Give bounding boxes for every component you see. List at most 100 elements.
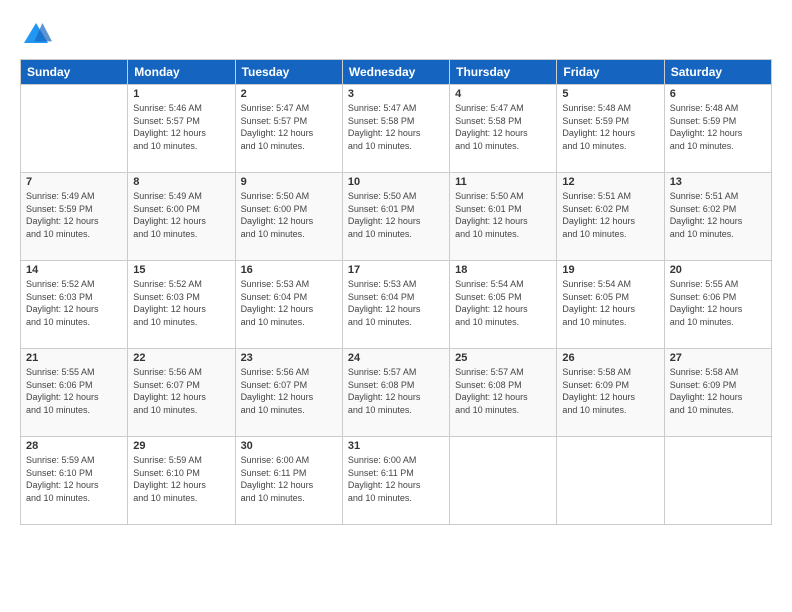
day-number: 14 [26, 264, 122, 276]
calendar-cell: 15 Sunrise: 5:52 AM Sunset: 6:03 PM Dayli… [128, 261, 235, 349]
day-number: 5 [562, 88, 658, 100]
calendar-cell [450, 437, 557, 525]
day-number: 18 [455, 264, 551, 276]
day-info: Sunrise: 5:50 AM Sunset: 6:00 PM Dayligh… [241, 190, 337, 240]
day-info: Sunrise: 5:47 AM Sunset: 5:57 PM Dayligh… [241, 102, 337, 152]
calendar-cell: 5 Sunrise: 5:48 AM Sunset: 5:59 PM Daylig… [557, 85, 664, 173]
day-info: Sunrise: 5:55 AM Sunset: 6:06 PM Dayligh… [26, 366, 122, 416]
day-info: Sunrise: 5:51 AM Sunset: 6:02 PM Dayligh… [670, 190, 766, 240]
calendar-cell [21, 85, 128, 173]
day-number: 31 [348, 440, 444, 452]
day-info: Sunrise: 5:49 AM Sunset: 6:00 PM Dayligh… [133, 190, 229, 240]
day-number: 26 [562, 352, 658, 364]
day-number: 8 [133, 176, 229, 188]
page: SundayMondayTuesdayWednesdayThursdayFrid… [0, 0, 792, 612]
day-info: Sunrise: 5:53 AM Sunset: 6:04 PM Dayligh… [348, 278, 444, 328]
day-number: 2 [241, 88, 337, 100]
calendar-cell: 6 Sunrise: 5:48 AM Sunset: 5:59 PM Daylig… [664, 85, 771, 173]
day-info: Sunrise: 5:57 AM Sunset: 6:08 PM Dayligh… [455, 366, 551, 416]
calendar-cell: 18 Sunrise: 5:54 AM Sunset: 6:05 PM Dayli… [450, 261, 557, 349]
day-info: Sunrise: 6:00 AM Sunset: 6:11 PM Dayligh… [348, 454, 444, 504]
calendar-cell: 21Sunrise: 5:55 AM Sunset: 6:06 PM Dayli… [21, 349, 128, 437]
day-number: 1 [133, 88, 229, 100]
day-info: Sunrise: 5:51 AM Sunset: 6:02 PM Dayligh… [562, 190, 658, 240]
header-cell-monday: Monday [128, 60, 235, 85]
week-row-2: 14 Sunrise: 5:52 AM Sunset: 6:03 PM Dayli… [21, 261, 772, 349]
day-info: Sunrise: 5:52 AM Sunset: 6:03 PM Dayligh… [133, 278, 229, 328]
calendar-cell: 25Sunrise: 5:57 AM Sunset: 6:08 PM Dayli… [450, 349, 557, 437]
calendar-cell: 3 Sunrise: 5:47 AM Sunset: 5:58 PM Daylig… [342, 85, 449, 173]
day-number: 24 [348, 352, 444, 364]
calendar-cell: 2 Sunrise: 5:47 AM Sunset: 5:57 PM Daylig… [235, 85, 342, 173]
day-info: Sunrise: 5:54 AM Sunset: 6:05 PM Dayligh… [455, 278, 551, 328]
day-info: Sunrise: 5:54 AM Sunset: 6:05 PM Dayligh… [562, 278, 658, 328]
calendar-cell: 4 Sunrise: 5:47 AM Sunset: 5:58 PM Daylig… [450, 85, 557, 173]
day-number: 9 [241, 176, 337, 188]
day-info: Sunrise: 5:56 AM Sunset: 6:07 PM Dayligh… [133, 366, 229, 416]
header-cell-wednesday: Wednesday [342, 60, 449, 85]
day-info: Sunrise: 5:46 AM Sunset: 5:57 PM Dayligh… [133, 102, 229, 152]
day-info: Sunrise: 5:48 AM Sunset: 5:59 PM Dayligh… [670, 102, 766, 152]
day-number: 30 [241, 440, 337, 452]
day-info: Sunrise: 5:52 AM Sunset: 6:03 PM Dayligh… [26, 278, 122, 328]
day-number: 20 [670, 264, 766, 276]
calendar-cell: 23 Sunrise: 5:56 AM Sunset: 6:07 PM Dayli… [235, 349, 342, 437]
calendar-cell: 27 Sunrise: 5:58 AM Sunset: 6:09 PM Dayli… [664, 349, 771, 437]
day-number: 28 [26, 440, 122, 452]
day-number: 16 [241, 264, 337, 276]
calendar-cell: 24Sunrise: 5:57 AM Sunset: 6:08 PM Dayli… [342, 349, 449, 437]
day-number: 11 [455, 176, 551, 188]
day-info: Sunrise: 5:58 AM Sunset: 6:09 PM Dayligh… [670, 366, 766, 416]
header-cell-friday: Friday [557, 60, 664, 85]
day-number: 17 [348, 264, 444, 276]
day-number: 15 [133, 264, 229, 276]
calendar-cell: 22 Sunrise: 5:56 AM Sunset: 6:07 PM Dayli… [128, 349, 235, 437]
calendar-cell [557, 437, 664, 525]
calendar-cell: 8 Sunrise: 5:49 AM Sunset: 6:00 PM Daylig… [128, 173, 235, 261]
calendar-cell: 17 Sunrise: 5:53 AM Sunset: 6:04 PM Dayli… [342, 261, 449, 349]
header-cell-sunday: Sunday [21, 60, 128, 85]
day-info: Sunrise: 5:47 AM Sunset: 5:58 PM Dayligh… [348, 102, 444, 152]
calendar-cell: 31 Sunrise: 6:00 AM Sunset: 6:11 PM Dayli… [342, 437, 449, 525]
calendar-cell: 7Sunrise: 5:49 AM Sunset: 5:59 PM Daylig… [21, 173, 128, 261]
calendar-cell: 14 Sunrise: 5:52 AM Sunset: 6:03 PM Dayli… [21, 261, 128, 349]
calendar-cell: 26Sunrise: 5:58 AM Sunset: 6:09 PM Dayli… [557, 349, 664, 437]
day-info: Sunrise: 5:48 AM Sunset: 5:59 PM Dayligh… [562, 102, 658, 152]
day-info: Sunrise: 5:50 AM Sunset: 6:01 PM Dayligh… [348, 190, 444, 240]
calendar-table: SundayMondayTuesdayWednesdayThursdayFrid… [20, 59, 772, 525]
week-row-1: 7Sunrise: 5:49 AM Sunset: 5:59 PM Daylig… [21, 173, 772, 261]
day-info: Sunrise: 5:55 AM Sunset: 6:06 PM Dayligh… [670, 278, 766, 328]
day-info: Sunrise: 6:00 AM Sunset: 6:11 PM Dayligh… [241, 454, 337, 504]
week-row-0: 1 Sunrise: 5:46 AM Sunset: 5:57 PM Daylig… [21, 85, 772, 173]
day-info: Sunrise: 5:49 AM Sunset: 5:59 PM Dayligh… [26, 190, 122, 240]
calendar-cell: 12Sunrise: 5:51 AM Sunset: 6:02 PM Dayli… [557, 173, 664, 261]
calendar-cell: 30 Sunrise: 6:00 AM Sunset: 6:11 PM Dayli… [235, 437, 342, 525]
day-number: 22 [133, 352, 229, 364]
calendar-body: 1 Sunrise: 5:46 AM Sunset: 5:57 PM Daylig… [21, 85, 772, 525]
day-info: Sunrise: 5:59 AM Sunset: 6:10 PM Dayligh… [26, 454, 122, 504]
calendar-cell: 19 Sunrise: 5:54 AM Sunset: 6:05 PM Dayli… [557, 261, 664, 349]
calendar-cell: 20 Sunrise: 5:55 AM Sunset: 6:06 PM Dayli… [664, 261, 771, 349]
day-number: 27 [670, 352, 766, 364]
day-info: Sunrise: 5:53 AM Sunset: 6:04 PM Dayligh… [241, 278, 337, 328]
day-info: Sunrise: 5:56 AM Sunset: 6:07 PM Dayligh… [241, 366, 337, 416]
day-number: 13 [670, 176, 766, 188]
day-number: 6 [670, 88, 766, 100]
day-info: Sunrise: 5:47 AM Sunset: 5:58 PM Dayligh… [455, 102, 551, 152]
calendar-cell: 29 Sunrise: 5:59 AM Sunset: 6:10 PM Dayli… [128, 437, 235, 525]
day-number: 23 [241, 352, 337, 364]
calendar-cell: 9 Sunrise: 5:50 AM Sunset: 6:00 PM Daylig… [235, 173, 342, 261]
calendar-cell [664, 437, 771, 525]
logo [20, 19, 54, 51]
calendar-cell: 1 Sunrise: 5:46 AM Sunset: 5:57 PM Daylig… [128, 85, 235, 173]
day-info: Sunrise: 5:59 AM Sunset: 6:10 PM Dayligh… [133, 454, 229, 504]
day-number: 4 [455, 88, 551, 100]
calendar-cell: 13 Sunrise: 5:51 AM Sunset: 6:02 PM Dayli… [664, 173, 771, 261]
week-row-3: 21Sunrise: 5:55 AM Sunset: 6:06 PM Dayli… [21, 349, 772, 437]
day-number: 3 [348, 88, 444, 100]
calendar-cell: 28 Sunrise: 5:59 AM Sunset: 6:10 PM Dayli… [21, 437, 128, 525]
day-number: 19 [562, 264, 658, 276]
day-number: 29 [133, 440, 229, 452]
calendar-cell: 11Sunrise: 5:50 AM Sunset: 6:01 PM Dayli… [450, 173, 557, 261]
calendar-cell: 10Sunrise: 5:50 AM Sunset: 6:01 PM Dayli… [342, 173, 449, 261]
